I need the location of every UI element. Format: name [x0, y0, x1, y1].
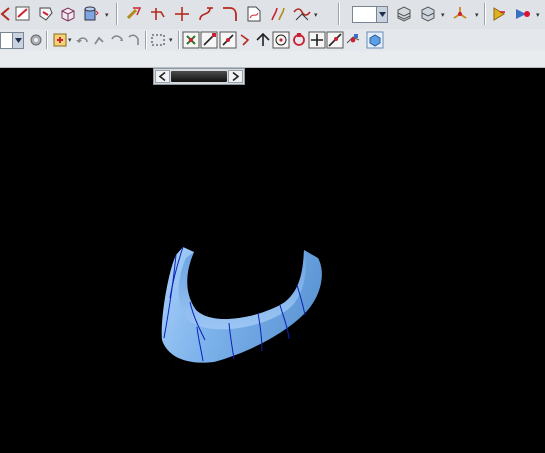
- play-more-dropdown[interactable]: ▾: [536, 11, 541, 19]
- wave-curve-icon[interactable]: [292, 4, 312, 24]
- toolbar-separator: [484, 3, 485, 25]
- curve-on-surface-icon[interactable]: [244, 4, 264, 24]
- toolbar-separator: [178, 31, 179, 49]
- snap-all-icon[interactable]: [182, 31, 200, 49]
- repeat-icon[interactable]: [108, 31, 126, 49]
- sketch-icon[interactable]: [13, 4, 33, 24]
- cylinder-icon[interactable]: [81, 4, 101, 24]
- standard-toolbar: ▾ ▾ ▾ ▾ ▾: [0, 0, 545, 30]
- more-dropdown[interactable]: ▾: [105, 11, 110, 19]
- chevron-left-icon: [159, 72, 166, 81]
- trim-curve-icon[interactable]: [148, 4, 168, 24]
- curve-more-dropdown[interactable]: ▾: [314, 11, 319, 19]
- toolbar-separator: [145, 31, 146, 49]
- view-style-dropdown[interactable]: [352, 6, 388, 23]
- view-cube-icon[interactable]: [366, 31, 384, 49]
- animation-icon[interactable]: [512, 4, 532, 24]
- snap-arc-center-icon[interactable]: [272, 31, 290, 49]
- orient-view-icon[interactable]: [450, 4, 470, 24]
- select-box-dropdown[interactable]: ▾: [169, 36, 174, 44]
- snap-point-on-surface-icon[interactable]: [344, 31, 362, 49]
- component-icon[interactable]: [51, 31, 69, 49]
- snap-control-icon[interactable]: [237, 31, 255, 49]
- offset-curve-icon[interactable]: [124, 4, 144, 24]
- chevron-right-icon: [232, 72, 239, 81]
- select-box-icon[interactable]: [149, 31, 167, 49]
- extend-curve-icon[interactable]: [172, 4, 192, 24]
- layer-settings-icon[interactable]: [418, 4, 438, 24]
- toolbar-scroller[interactable]: [153, 68, 245, 85]
- snap-midpoint-icon[interactable]: [219, 31, 237, 49]
- chevron-down-icon: [376, 7, 387, 22]
- toolbar-separator: [338, 3, 339, 25]
- snap-settings-icon[interactable]: [27, 31, 45, 49]
- component-more-dropdown[interactable]: ▾: [68, 36, 73, 44]
- toolbar-separator: [116, 3, 117, 25]
- snap-quadrant-icon[interactable]: [290, 31, 308, 49]
- graphics-viewport[interactable]: [0, 85, 545, 450]
- datum-icon[interactable]: [36, 4, 56, 24]
- fillet-icon[interactable]: [220, 4, 240, 24]
- view-more-dropdown[interactable]: ▾: [475, 11, 480, 19]
- model-view: [161, 246, 322, 363]
- mirror-curve-icon[interactable]: [268, 4, 288, 24]
- redo-icon[interactable]: [91, 31, 109, 49]
- selection-filter-dropdown[interactable]: [0, 32, 24, 49]
- curved-surface-body[interactable]: [161, 246, 322, 363]
- box-icon[interactable]: [58, 4, 78, 24]
- selection-toolbar: ▾ ▾: [0, 29, 545, 52]
- corner-icon[interactable]: [196, 4, 216, 24]
- snap-intersection-icon[interactable]: [254, 31, 272, 49]
- undo-icon[interactable]: [74, 31, 92, 49]
- snap-point-on-curve-icon[interactable]: [326, 31, 344, 49]
- chevron-down-icon: [12, 33, 23, 48]
- play-icon[interactable]: [489, 4, 509, 24]
- layer-icon[interactable]: [394, 4, 414, 24]
- layer-more-dropdown[interactable]: ▾: [441, 11, 446, 19]
- scroll-right-button[interactable]: [228, 70, 243, 83]
- scroll-left-button[interactable]: [155, 70, 170, 83]
- snap-existing-point-icon[interactable]: [308, 31, 326, 49]
- scroll-thumb[interactable]: [171, 71, 227, 82]
- toolbar-separator: [46, 31, 47, 49]
- snap-endpoint-icon[interactable]: [200, 31, 218, 49]
- toolbar-strip: [0, 51, 545, 68]
- repeat-command-icon[interactable]: [125, 31, 143, 49]
